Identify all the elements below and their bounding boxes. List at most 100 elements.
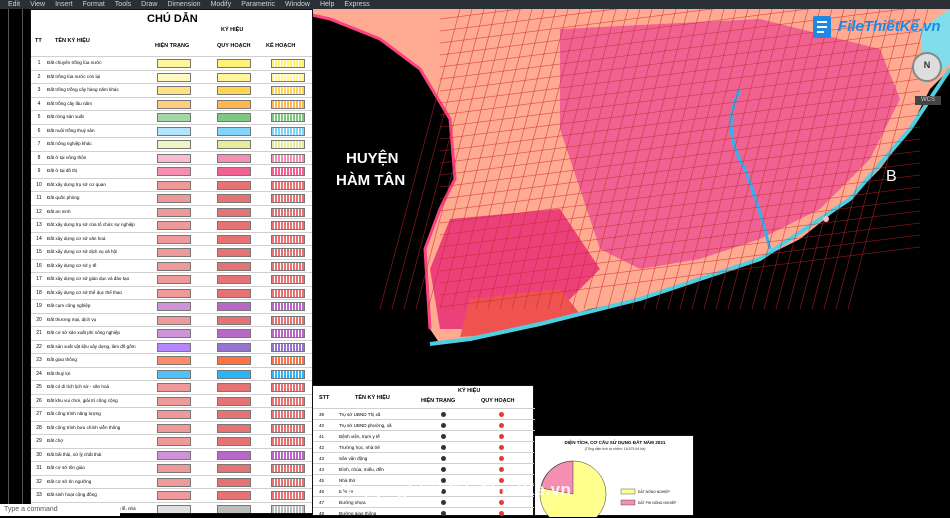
swatch-current <box>157 207 191 217</box>
swatch-kehoach <box>271 491 305 500</box>
legend-row: 5 Đất rừng sản xuất <box>31 110 312 124</box>
symbol-row: 44 Đình, chùa, miếu, đền <box>313 463 535 474</box>
pie-legend-swatch-nonagri <box>620 499 636 506</box>
legend-row: 18 Đất xây dựng cơ sở thể dục thể thao <box>31 285 312 300</box>
legend-row-name: Đất công trình bưu chính viễn thông <box>47 424 121 430</box>
swatch-plan <box>217 383 251 392</box>
legend-row-name: Đất ở tại đô thị <box>47 168 78 173</box>
menu-item[interactable]: Modify <box>211 0 232 9</box>
swatch-plan <box>217 288 251 298</box>
legend-col-stt: TT <box>35 38 42 44</box>
swatch-kehoach <box>271 113 305 122</box>
legend-row-no: 16 <box>36 262 42 269</box>
symbol-row-name: Đình, chùa, miếu, đền <box>339 467 384 472</box>
swatch-plan <box>217 450 251 460</box>
legend-row-no: 28 <box>36 424 42 431</box>
swatch-current <box>157 477 191 487</box>
swatch-plan <box>217 194 251 203</box>
swatch-current <box>157 504 191 513</box>
legend-row-name: Đất rừng sản xuất <box>47 114 84 119</box>
legend-row-no: 32 <box>36 478 42 485</box>
swatch-kehoach <box>271 221 305 230</box>
menu-item[interactable]: Help <box>320 0 334 9</box>
wcs-button[interactable]: WCS <box>915 96 941 105</box>
legend-row-no: 30 <box>36 451 42 458</box>
symbol-plan-icon <box>499 423 504 428</box>
symbol-plan-icon <box>499 467 504 472</box>
legend-col-name: TÊN KÝ HIỆU <box>55 38 90 44</box>
legend-row-name: Đất quốc phòng <box>47 195 80 200</box>
swatch-current <box>157 342 191 352</box>
swatch-kehoach <box>271 383 305 392</box>
legend-row-name: Đất thương mại, dịch vụ <box>47 316 97 322</box>
symbol-row-name: Trụ sở UBND Thị xã <box>339 412 381 417</box>
menu-item[interactable]: Dimension <box>167 0 200 9</box>
legend-row-name: Đất cơ sở sản xuất phi nông nghiệp <box>47 330 120 335</box>
swatch-kehoach <box>271 72 305 82</box>
swatch-current <box>157 369 191 379</box>
symbol-row-name: Đường giao thông <box>339 511 377 516</box>
legend-row-no: 11 <box>36 195 42 201</box>
swatch-plan <box>217 234 251 244</box>
swatch-kehoach <box>271 302 305 311</box>
legend-row-no: 25 <box>36 384 42 390</box>
swatch-plan <box>217 437 251 446</box>
legend-row-no: 29 <box>36 438 42 444</box>
legend-row-name: Đất cụm công nghiệp <box>47 303 91 308</box>
menu-item[interactable]: Insert <box>55 0 73 9</box>
legend-row: 9 Đất ở tại đô thị <box>31 164 312 178</box>
legend-row: 26 Đất khu vui chơi, giải trí công cộng <box>31 393 312 408</box>
menu-item[interactable]: Draw <box>141 0 157 9</box>
swatch-kehoach <box>271 59 305 68</box>
menu-item[interactable]: View <box>30 0 45 9</box>
land-use-pie-panel: DIỆN TÍCH, CƠ CẤU SỬ DỤNG ĐẤT NĂM 2021 (… <box>534 435 694 517</box>
symbol-row-no: 45 <box>319 478 325 483</box>
symbol-plan-icon <box>499 434 504 439</box>
legend-row: 33 Đất sinh hoạt cộng đồng <box>31 488 312 502</box>
symbol-row-name: Bệnh viện, trạm y tế <box>339 434 380 439</box>
swatch-plan <box>217 126 251 136</box>
menu-item[interactable]: Parametric <box>241 0 275 9</box>
legend-col-group: KÝ HIỆU <box>221 27 244 33</box>
legend-row-name: Đất trồng trồng cây hàng năm khác <box>47 87 119 92</box>
symbol-plan-icon <box>499 500 504 505</box>
legend-row-name: Đất có di tích lịch sử - văn hoá <box>47 384 110 389</box>
watermark: Copyright © FileThietKe.vn <box>340 480 572 499</box>
legend-row-name: Đất xây dựng cơ sở dịch vụ xã hội <box>47 249 118 254</box>
legend-row-no: 14 <box>36 235 42 242</box>
menu-item[interactable]: Express <box>344 0 369 9</box>
symbol-row: 40 Trụ sở UBND phường, xã <box>313 419 535 430</box>
menu-item[interactable]: Window <box>285 0 310 9</box>
swatch-plan <box>217 86 251 95</box>
symbol-row-name: Sân vận động <box>339 456 368 461</box>
command-input[interactable]: Type a command <box>0 504 120 516</box>
swatch-kehoach <box>271 342 305 352</box>
legend-row-name: Đất cơ sở tôn giáo <box>47 465 85 470</box>
legend-row: 30 Đất bãi thải, xử lý chất thải <box>31 447 312 462</box>
legend-row: 27 Đất công trình năng lượng <box>31 407 312 421</box>
symbol-row-no: 47 <box>319 500 325 505</box>
menu-item[interactable]: Format <box>83 0 105 9</box>
legend-row: 21 Đất cơ sở sản xuất phi nông nghiệp <box>31 326 312 340</box>
legend-row-name: Đất an ninh <box>47 208 71 214</box>
menu-item[interactable]: Edit <box>8 0 20 9</box>
legend-row-no: 27 <box>36 411 42 417</box>
menu-item[interactable]: Tools <box>115 0 131 9</box>
place-label-hamtan: HÀM TÂN <box>336 172 406 189</box>
legend-row: 11 Đất quốc phòng <box>31 191 312 205</box>
symbol-row-name: Đường nhựa <box>339 500 366 505</box>
menu-bar: Edit View Insert Format Tools Draw Dimension Mo… <box>0 0 950 9</box>
swatch-kehoach <box>271 234 305 244</box>
symbol-col-group: KÝ HIỆU <box>458 388 481 394</box>
legend-row: 29 Đất chợ <box>31 434 312 448</box>
swatch-kehoach <box>271 288 305 298</box>
compass-icon[interactable]: N <box>912 52 942 82</box>
swatch-current <box>157 275 191 284</box>
swatch-kehoach <box>271 356 305 365</box>
swatch-current <box>157 437 191 446</box>
symbol-plan-icon <box>499 456 504 461</box>
legend-row: 15 Đất xây dựng cơ sở dịch vụ xã hội <box>31 245 312 259</box>
legend-row: 6 Đất nuôi trồng thuỷ sản <box>31 123 312 138</box>
swatch-kehoach <box>271 153 305 163</box>
legend-row: 32 Đất cơ sở tín ngưỡng <box>31 474 312 489</box>
